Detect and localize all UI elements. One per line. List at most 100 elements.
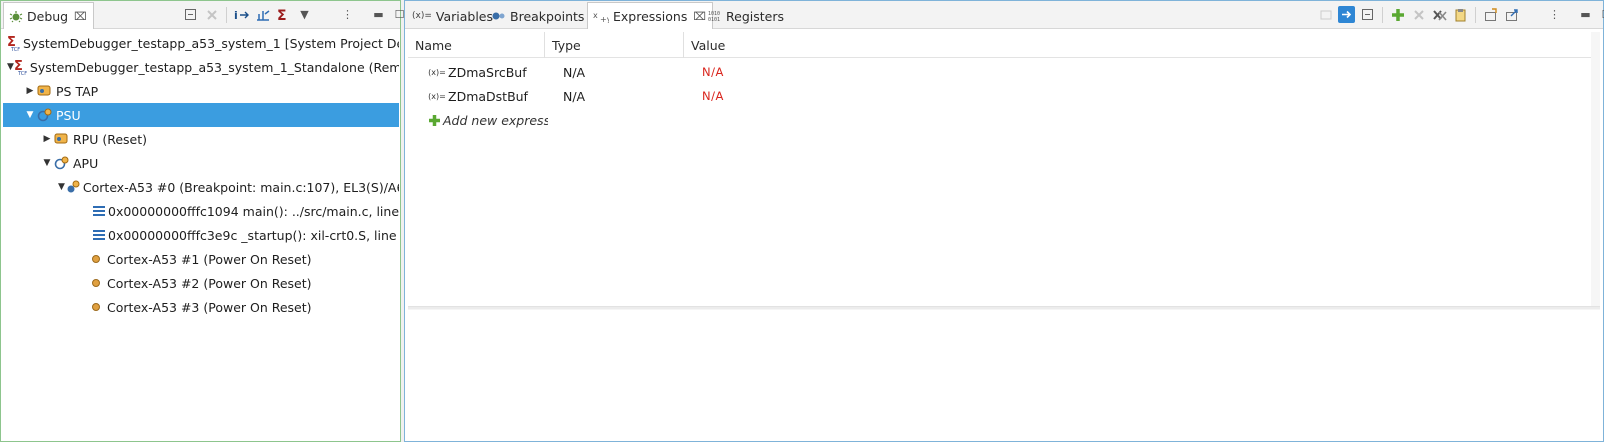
expression-name: ZDmaDstBuf [448, 88, 528, 104]
expression-name: ZDmaSrcBuf [448, 64, 527, 80]
debug-tree-item-label: PS TAP [56, 83, 99, 99]
debug-tree-item-label: Cortex-A53 #0 (Breakpoint: main.c:107), … [82, 179, 399, 195]
svg-text:TCF: TCF [17, 71, 27, 75]
collapse-all-icon[interactable] [1359, 6, 1376, 23]
expressions-view: (x)= Variables Breakpoints x+y Expressio… [404, 0, 1604, 442]
chevron-down-icon[interactable]: ▼ [296, 6, 313, 23]
tab-expressions-label: Expressions [613, 8, 688, 24]
view-menu-icon[interactable]: ⋮ [339, 6, 356, 23]
add-expression-icon[interactable] [1389, 6, 1406, 23]
remove-all-expressions-icon[interactable] [1431, 6, 1448, 23]
suspended-core-icon [65, 179, 81, 195]
chevron-down-icon[interactable]: ▼ [41, 158, 53, 168]
expressions-toolbar: ⋮ ▬ ☐ [1317, 6, 1604, 23]
expression-value: N/A [702, 89, 724, 103]
tcf-launch-icon: Σ TCF [14, 59, 28, 75]
debug-tree-item[interactable]: Cortex-A53 #2 (Power On Reset) [3, 271, 399, 295]
debug-tree-item-label: Cortex-A53 #2 (Power On Reset) [107, 275, 312, 291]
debug-tree-item-label: SystemDebugger_testapp_a53_system_1 [Sys… [23, 35, 399, 51]
tab-debug[interactable]: Debug ⌧ [3, 2, 94, 29]
export-expressions-icon[interactable] [1503, 6, 1520, 23]
show-type-names-icon[interactable] [1317, 6, 1334, 23]
stack-frame-icon [92, 203, 106, 219]
toolbar-separator [226, 6, 227, 23]
remove-expression-icon[interactable] [1410, 6, 1427, 23]
debug-tree-item[interactable]: ▼ Σ TCF SystemDebugger_testapp_a53_system_1… [3, 55, 399, 79]
core-dot-icon [87, 275, 105, 291]
expressions-icon: x+y [593, 9, 609, 23]
expression-icon: (x)= [428, 67, 446, 77]
add-new-expression-row[interactable]: Add new expressic [408, 108, 1600, 132]
debug-tree-item[interactable]: Σ TCF SystemDebugger_testapp_a53_system_1 … [3, 31, 399, 55]
debug-tree-item[interactable]: 0x00000000fffc1094 main(): ../src/main.c… [3, 199, 399, 223]
drop-to-frame-icon[interactable] [254, 6, 271, 23]
tcf-launch-icon: Σ TCF [7, 35, 21, 51]
toolbar-separator [1475, 6, 1476, 23]
debug-tree-item-label: Cortex-A53 #1 (Power On Reset) [107, 251, 312, 267]
chevron-right-icon[interactable]: ▶ [41, 134, 53, 144]
xilinx-sigma-icon[interactable]: Σ [275, 6, 292, 23]
debug-tree-item-label: 0x00000000fffc3e9c _startup(): xil-crt0.… [108, 227, 399, 243]
expression-icon: (x)= [428, 91, 446, 101]
paste-expression-icon[interactable] [1452, 6, 1469, 23]
tab-debug-label: Debug [27, 8, 69, 24]
debug-bug-icon [9, 9, 23, 23]
debug-tree: Σ TCF SystemDebugger_testapp_a53_system_1 … [3, 31, 399, 319]
debug-tree-item-label: PSU [56, 107, 81, 123]
breakpoints-icon [492, 10, 506, 22]
tab-expressions[interactable]: x+y Expressions ⌧ [587, 2, 714, 29]
debug-toolbar: i Σ ▼ ⋮ ▬ ☐ [182, 6, 408, 23]
debug-tree-item[interactable]: ▼ APU [3, 151, 399, 175]
minimize-icon[interactable]: ▬ [370, 6, 387, 23]
svg-text:+y: +y [600, 15, 609, 23]
debug-tree-item[interactable]: Cortex-A53 #1 (Power On Reset) [3, 247, 399, 271]
add-icon [428, 112, 441, 128]
vertical-scrollbar[interactable] [1591, 32, 1600, 307]
debug-tabbar: Debug ⌧ i Σ ▼ ⋮ ▬ ☐ [1, 1, 404, 29]
svg-text:Σ: Σ [277, 8, 287, 22]
column-header-type[interactable]: Type [545, 32, 684, 58]
instruction-stepping-icon[interactable]: i [233, 6, 250, 23]
registers-icon: 1010 0101 [708, 10, 722, 22]
jtag-target-icon [36, 83, 54, 99]
jtag-target-icon [53, 131, 71, 147]
remove-terminated-icon[interactable] [203, 6, 220, 23]
collapse-all-icon[interactable] [182, 6, 199, 23]
svg-text:0101: 0101 [708, 17, 720, 22]
expression-value: N/A [702, 65, 724, 79]
processor-group-icon [36, 107, 54, 123]
debug-tree-item[interactable]: ▶ PS TAP [3, 79, 399, 103]
debug-tree-item-label: SystemDebugger_testapp_a53_system_1_Stan… [29, 59, 399, 75]
tab-registers[interactable]: 1010 0101 Registers [703, 3, 790, 29]
maximize-icon[interactable]: ☐ [1598, 6, 1604, 23]
toolbar-separator [1382, 6, 1383, 23]
debug-tree-item-label: 0x00000000fffc1094 main(): ../src/main.c… [108, 203, 399, 219]
chevron-right-icon[interactable]: ▶ [24, 86, 36, 96]
variables-icon: (x)= [412, 11, 432, 21]
chevron-down-icon[interactable]: ▼ [58, 182, 65, 192]
debug-tree-item-label: RPU (Reset) [73, 131, 148, 147]
minimize-icon[interactable]: ▬ [1577, 6, 1594, 23]
close-icon[interactable]: ⌧ [74, 10, 87, 23]
column-header-name[interactable]: Name [408, 32, 545, 58]
debug-tree-item[interactable]: ▶ RPU (Reset) [3, 127, 399, 151]
tab-breakpoints[interactable]: Breakpoints [487, 3, 590, 29]
table-row[interactable]: (x)= ZDmaDstBuf N/A N/A [408, 84, 1600, 108]
import-expressions-icon[interactable] [1482, 6, 1499, 23]
debug-tree-item[interactable]: 0x00000000fffc3e9c _startup(): xil-crt0.… [3, 223, 399, 247]
debug-tree-item[interactable]: Cortex-A53 #3 (Power On Reset) [3, 295, 399, 319]
view-menu-icon[interactable]: ⋮ [1546, 6, 1563, 23]
debug-tree-item[interactable]: ▼ PSU [3, 103, 399, 127]
expression-type: N/A [563, 88, 586, 104]
debug-tree-item[interactable]: ▼ Cortex-A53 #0 (Breakpoint: main.c:107),… [3, 175, 399, 199]
show-logical-structure-icon[interactable] [1338, 6, 1355, 23]
tab-variables[interactable]: (x)= Variables [407, 3, 499, 29]
table-row[interactable]: (x)= ZDmaSrcBuf N/A N/A [408, 60, 1600, 84]
column-header-value[interactable]: Value [684, 32, 1600, 58]
chevron-down-icon[interactable]: ▼ [7, 62, 14, 72]
tab-variables-label: Variables [435, 8, 494, 24]
details-pane-sash[interactable] [408, 306, 1600, 310]
expression-type: N/A [563, 64, 586, 80]
expressions-table-body: (x)= ZDmaSrcBuf N/A N/A (x)= ZDmaDstBuf … [408, 60, 1600, 132]
chevron-down-icon[interactable]: ▼ [24, 110, 36, 120]
